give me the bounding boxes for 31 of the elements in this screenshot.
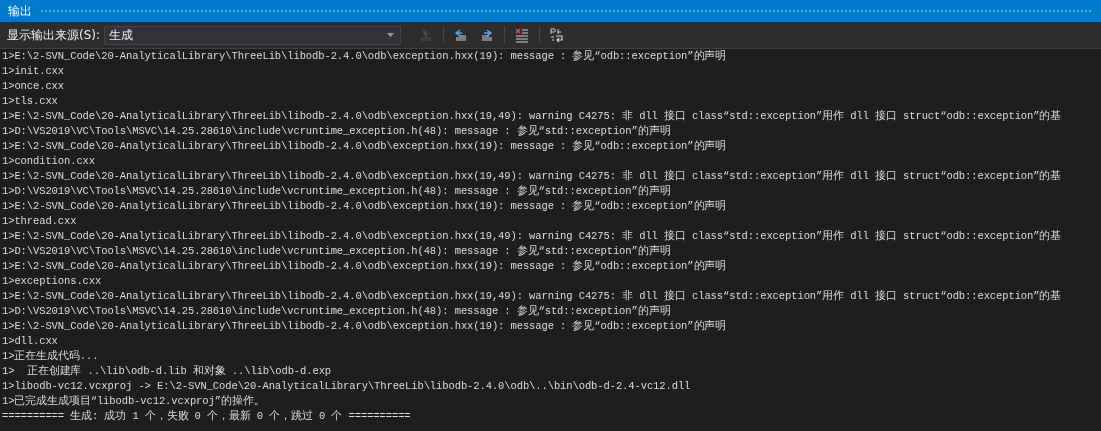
output-line: 1>正在生成代码...: [2, 349, 100, 364]
output-line: 1>E:\2-SVN_Code\20-AnalyticalLibrary\ThreeLib\libodb-2.4.0\odb\exception.hxx(19,49): warning C4275: 非 dll 接口 class“std::exception”用作 dll 接口 struct“odb::exception”的基: [2, 229, 1063, 244]
output-line: 1>E:\2-SVN_Code\20-AnalyticalLibrary\ThreeLib\libodb-2.4.0\odb\exception.hxx(19): message : 参见“odb::exception”的声明: [2, 259, 728, 274]
output-line: 1>tls.cxx: [2, 94, 59, 109]
output-line: 1>exceptions.cxx: [2, 274, 103, 289]
output-line: 1>E:\2-SVN_Code\20-AnalyticalLibrary\ThreeLib\libodb-2.4.0\odb\exception.hxx(19,49): warning C4275: 非 dll 接口 class“std::exception”用作 dll 接口 struct“odb::exception”的基: [2, 289, 1063, 304]
output-line: 1>D:\VS2019\VC\Tools\MSVC\14.25.28610\include\vcruntime_exception.h(48): message : 参见“std::exception”的声明: [2, 304, 672, 319]
output-line: 1>E:\2-SVN_Code\20-AnalyticalLibrary\ThreeLib\libodb-2.4.0\odb\exception.hxx(19): message : 参见“odb::exception”的声明: [2, 319, 728, 334]
output-line: 1>D:\VS2019\VC\Tools\MSVC\14.25.28610\include\vcruntime_exception.h(48): message : 参见“std::exception”的声明: [2, 124, 672, 139]
output-line: 1>libodb-vc12.vcxproj -> E:\2-SVN_Code\20-AnalyticalLibrary\ThreeLib\libodb-2.4.0\odb\..\bin\odb-d-2.4-vc12.dll: [2, 379, 692, 394]
output-line: 1>thread.cxx: [2, 214, 78, 229]
source-dropdown[interactable]: 生成: [104, 25, 402, 45]
clear-all-icon: [514, 27, 531, 43]
output-line: 1> 正在创建库 ..\lib\odb-d.lib 和对象 ..\lib\odb-d.exp: [2, 364, 333, 379]
output-line: 1>E:\2-SVN_Code\20-AnalyticalLibrary\ThreeLib\libodb-2.4.0\odb\exception.hxx(19): message : 参见“odb::exception”的声明: [2, 199, 728, 214]
output-line: 1>init.cxx: [2, 64, 65, 79]
output-line: 1>D:\VS2019\VC\Tools\MSVC\14.25.28610\include\vcruntime_exception.h(48): message : 参见“std::exception”的声明: [2, 244, 672, 259]
output-line: 1>dll.cxx: [2, 334, 59, 349]
caret-icon: [387, 33, 395, 37]
output-line: 1>E:\2-SVN_Code\20-AnalyticalLibrary\ThreeLib\libodb-2.4.0\odb\exception.hxx(19): message : 参见“odb::exception”的声明: [2, 49, 728, 64]
output-line: 1>E:\2-SVN_Code\20-AnalyticalLibrary\ThreeLib\libodb-2.4.0\odb\exception.hxx(19,49): warning C4275: 非 dll 接口 class“std::exception”用作 dll 接口 struct“odb::exception”的基: [2, 109, 1063, 124]
output-line: 1>E:\2-SVN_Code\20-AnalyticalLibrary\ThreeLib\libodb-2.4.0\odb\exception.hxx(19,49): warning C4275: 非 dll 接口 class“std::exception”用作 dll 接口 struct“odb::exception”的基: [2, 169, 1063, 184]
window-title: 输出: [8, 2, 32, 20]
word-wrap-icon: [549, 27, 566, 43]
output-line: 1>condition.cxx: [2, 154, 96, 169]
output-line: 1>once.cxx: [2, 79, 65, 94]
output-line: ========== 生成: 成功 1 个，失败 0 个，最新 0 个，跳过 0 个 ==========: [2, 409, 412, 424]
output-line: 1>已完成生成项目“libodb-vc12.vcxproj”的操作。: [2, 394, 266, 409]
output-line: 1>E:\2-SVN_Code\20-AnalyticalLibrary\ThreeLib\libodb-2.4.0\odb\exception.hxx(19): message : 参见“odb::exception”的声明: [2, 139, 728, 154]
source-label: 显示输出来源(S):: [7, 26, 101, 44]
output-line: 1>D:\VS2019\VC\Tools\MSVC\14.25.28610\include\vcruntime_exception.h(48): message : 参见“std::exception”的声明: [2, 184, 672, 199]
